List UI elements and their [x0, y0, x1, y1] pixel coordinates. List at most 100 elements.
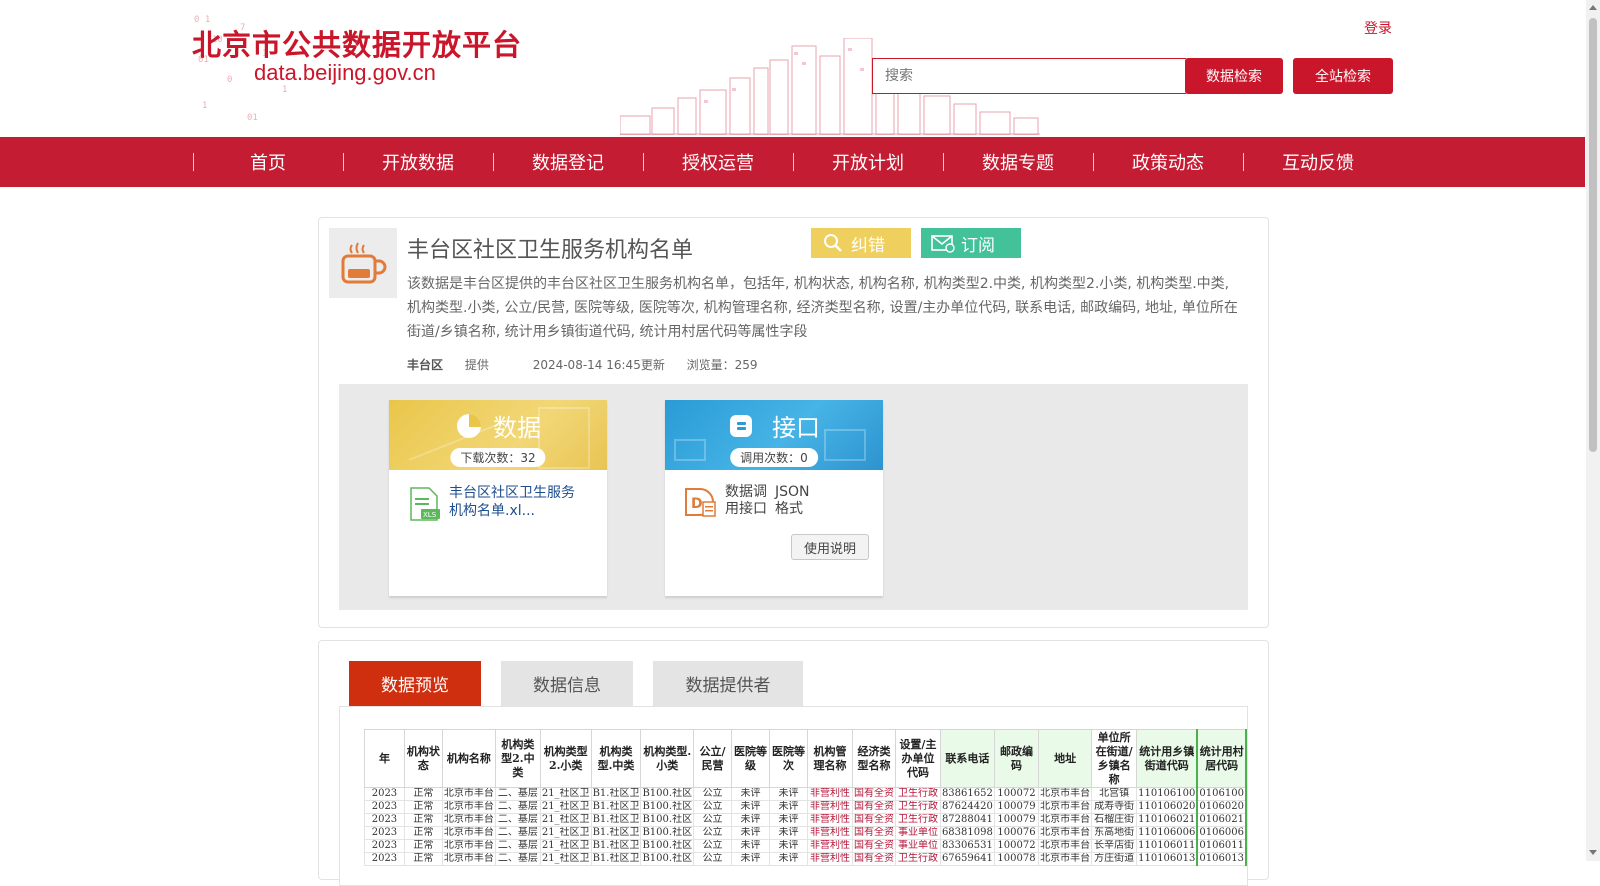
table-cell: 83861652 — [939, 787, 995, 801]
table-cell: 100076 — [993, 826, 1040, 840]
table-cell: 未评 — [769, 800, 809, 814]
table-cell: 未评 — [769, 839, 809, 853]
table-cell: 北京市丰台 — [441, 852, 496, 866]
table-cell: 国有全资 — [851, 839, 896, 853]
table-cell: 非营利性 — [807, 839, 853, 853]
table-cell: 100079 — [993, 813, 1040, 827]
site-logo-url[interactable]: data.beijing.gov.cn — [254, 60, 436, 86]
table-cell: 二、基层 — [494, 787, 541, 801]
table-cell: 100078 — [993, 852, 1040, 866]
site-header: 0 1 10 7 01 1 0 1 1 01 北京市公共数据开放平台 data.beijin… — [0, 0, 1585, 135]
col-header: 公立/民营 — [693, 729, 733, 788]
table-header-row: 年 机构状态 机构名称 机构类型2.中类 机构类型2.小类 机构类型.中类 机构… — [364, 729, 1247, 788]
api-resource-card: 接口 调用次数：0 D 数据调 用接口 JSON 格式 使用说明 — [665, 400, 883, 596]
data-preview-sheet[interactable]: 年 机构状态 机构名称 机构类型2.中类 机构类型2.小类 机构类型.中类 机构… — [339, 706, 1248, 886]
table-cell: 公立 — [693, 852, 733, 866]
nav-policy-news[interactable]: 政策动态 — [1093, 137, 1243, 187]
table-row: 2023 正常 北京市丰台 二、基层 21_社区卫 B1.社区卫 B100.社区 公立 未评 未评… — [364, 813, 1247, 827]
api-name-line1[interactable]: 数据调 — [725, 484, 775, 501]
login-link[interactable]: 登录 — [1364, 18, 1392, 38]
nav-feedback[interactable]: 互动反馈 — [1243, 137, 1393, 187]
subscribe-button[interactable]: 订阅 — [921, 228, 1021, 258]
tab-data-provider[interactable]: 数据提供者 — [653, 661, 803, 706]
table-cell: 正常 — [403, 813, 443, 827]
table-cell: 0106011 — [1196, 839, 1247, 853]
tab-data-info[interactable]: 数据信息 — [501, 661, 633, 706]
table-cell: 正常 — [403, 852, 443, 866]
table-cell: 事业单位 — [894, 826, 941, 840]
site-logo-title[interactable]: 北京市公共数据开放平台 — [192, 22, 522, 64]
table-cell: 非营利性 — [807, 787, 853, 801]
nav-authorized-operation[interactable]: 授权运营 — [643, 137, 793, 187]
table-cell: 北京市丰台 — [441, 800, 496, 814]
table-cell: 方庄街道 — [1091, 852, 1138, 866]
data-card-title: 数据 — [493, 414, 541, 442]
table-cell: 21_社区卫 — [539, 813, 592, 827]
table-cell: 非营利性 — [807, 800, 853, 814]
nav-home[interactable]: 首页 — [193, 137, 343, 187]
tab-data-preview[interactable]: 数据预览 — [349, 661, 481, 706]
table-cell: 21_社区卫 — [539, 826, 592, 840]
page-scrollbar[interactable] — [1586, 0, 1600, 861]
dataset-provider[interactable]: 丰台区 — [407, 358, 443, 372]
table-cell: 2023 — [364, 787, 405, 801]
col-header: 机构类型2.中类 — [494, 729, 541, 788]
table-cell: 未评 — [769, 787, 809, 801]
table-cell: 北宫镇 — [1091, 787, 1138, 801]
data-search-button[interactable]: 数据检索 — [1185, 58, 1283, 94]
table-cell: 21_社区卫 — [539, 800, 592, 814]
search-input[interactable] — [872, 58, 1186, 94]
call-count: 调用次数：0 — [730, 448, 818, 467]
col-header: 机构名称 — [441, 729, 496, 788]
scrollbar-thumb[interactable] — [1589, 18, 1597, 452]
correct-button[interactable]: 纠错 — [811, 228, 911, 258]
table-cell: 0106006 — [1196, 826, 1247, 840]
site-search-button[interactable]: 全站检索 — [1293, 58, 1393, 94]
table-cell: 87288041 — [939, 813, 995, 827]
table-cell: 石榴庄街 — [1091, 813, 1138, 827]
col-header: 统计用乡镇街道代码 — [1136, 729, 1198, 788]
table-cell: 67659641 — [939, 852, 995, 866]
usage-instructions-button[interactable]: 使用说明 — [791, 534, 869, 560]
table-cell: B1.社区卫 — [590, 852, 642, 866]
svg-text:1: 1 — [282, 85, 287, 95]
nav-open-data[interactable]: 开放数据 — [343, 137, 493, 187]
table-cell: 北京市丰台 — [1038, 852, 1093, 866]
svg-text:0: 0 — [227, 75, 232, 85]
table-cell: 国有全资 — [851, 813, 896, 827]
subscribe-button-label: 订阅 — [961, 235, 995, 256]
table-cell: 正常 — [403, 800, 443, 814]
table-cell: 北京市丰台 — [1038, 839, 1093, 853]
mail-icon — [931, 233, 955, 253]
col-header: 机构类型.小类 — [640, 729, 695, 788]
table-cell: 未评 — [731, 826, 771, 840]
preview-table: 年 机构状态 机构名称 机构类型2.中类 机构类型2.小类 机构类型.中类 机构… — [364, 729, 1247, 866]
nav-open-plan[interactable]: 开放计划 — [793, 137, 943, 187]
data-file-link[interactable]: 丰台区社区卫生服务机构名单.xl... — [449, 484, 579, 520]
table-row: 2023 正常 北京市丰台 二、基层 21_社区卫 B1.社区卫 B100.社区 公立 未评 未评… — [364, 787, 1247, 801]
table-cell: B100.社区 — [640, 800, 695, 814]
scroll-up-arrow-icon[interactable] — [1589, 5, 1597, 10]
table-cell: 北京市丰台 — [1038, 800, 1093, 814]
table-cell: B1.社区卫 — [590, 813, 642, 827]
table-cell: 100079 — [993, 800, 1040, 814]
scroll-down-arrow-icon[interactable] — [1589, 850, 1597, 855]
api-info: 数据调 用接口 JSON 格式 — [725, 484, 810, 518]
table-cell: 2023 — [364, 839, 405, 853]
api-name-line2[interactable]: 用接口 — [725, 501, 775, 518]
provider-suffix: 提供 — [464, 358, 489, 372]
main-nav: 首页 开放数据 数据登记 授权运营 开放计划 数据专题 政策动态 互动反馈 — [0, 137, 1585, 187]
svg-text:01: 01 — [247, 113, 258, 123]
table-cell: 2023 — [364, 826, 405, 840]
nav-data-topics[interactable]: 数据专题 — [943, 137, 1093, 187]
table-cell: 二、基层 — [494, 826, 541, 840]
table-cell: 公立 — [693, 839, 733, 853]
nav-data-registration[interactable]: 数据登记 — [493, 137, 643, 187]
dataset-title: 丰台区社区卫生服务机构名单 — [407, 238, 694, 263]
table-cell: 公立 — [693, 787, 733, 801]
col-header: 单位所在街道/乡镇名称 — [1091, 729, 1138, 788]
table-cell: 未评 — [731, 787, 771, 801]
preview-card: 数据预览 数据信息 数据提供者 年 机构状态 机构名称 机构类型2.中类 机构类… — [318, 640, 1269, 886]
table-cell: 二、基层 — [494, 800, 541, 814]
col-header: 机构状态 — [403, 729, 443, 788]
